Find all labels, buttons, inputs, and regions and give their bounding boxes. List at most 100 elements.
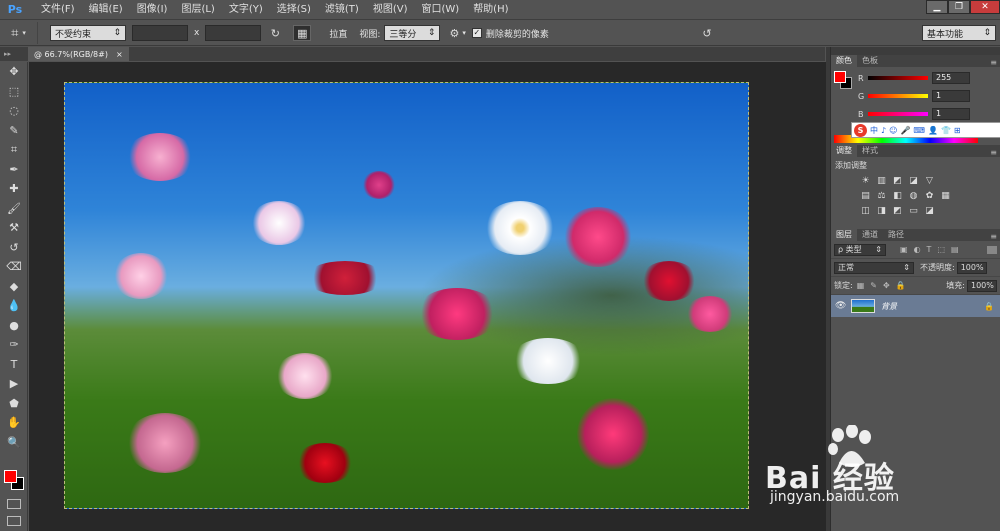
- tab-styles[interactable]: 样式: [857, 145, 883, 157]
- lock-all-icon[interactable]: 🔒: [896, 281, 906, 290]
- paint-bucket-icon[interactable]: ◆: [0, 277, 28, 297]
- black-white-icon[interactable]: ◧: [891, 190, 904, 201]
- marquee-icon[interactable]: ⬚: [0, 82, 28, 102]
- tab-layers[interactable]: 图层: [831, 229, 857, 241]
- color-lookup-icon[interactable]: ▦: [939, 190, 952, 201]
- crop-tool-preset[interactable]: ⌗ ▾: [0, 22, 38, 44]
- zoom-icon[interactable]: 🔍: [0, 433, 28, 453]
- crop-height-input[interactable]: [205, 25, 262, 41]
- delete-cropped-checkbox[interactable]: ✓: [471, 28, 482, 38]
- hue-saturation-icon[interactable]: ▤: [859, 190, 872, 201]
- close-icon[interactable]: ×: [116, 50, 123, 59]
- straighten-label[interactable]: 拉直: [329, 27, 347, 40]
- green-value[interactable]: 1: [932, 90, 970, 102]
- lock-transparency-icon[interactable]: ▦: [857, 281, 865, 290]
- menu-select[interactable]: 选择(S): [270, 0, 318, 20]
- red-slider[interactable]: R 255: [858, 71, 998, 85]
- gear-icon[interactable]: ⚙: [446, 25, 462, 41]
- ime-toolbar[interactable]: S 中 ♪ ☺ 🎤 ⌨ 👤 👕 ⊞: [851, 122, 1000, 138]
- panel-menu-icon[interactable]: ≡: [990, 232, 997, 241]
- quick-mask-icon[interactable]: [7, 499, 21, 509]
- ratio-select[interactable]: 不受约束 ⇕: [50, 25, 126, 41]
- layer-filter-select[interactable]: ρ 类型 ⇕: [834, 243, 886, 256]
- eraser-icon[interactable]: ⌫: [0, 257, 28, 277]
- clear-icon[interactable]: ▦: [293, 25, 312, 41]
- tab-channels[interactable]: 通道: [857, 229, 883, 241]
- ime-user-icon[interactable]: 👤: [928, 126, 938, 135]
- blue-slider[interactable]: B 1: [858, 107, 998, 121]
- blend-mode-select[interactable]: 正常 ⇕: [834, 261, 914, 274]
- curves-icon[interactable]: ◩: [891, 175, 904, 186]
- tab-color[interactable]: 颜色: [831, 55, 857, 67]
- collapse-arrows-icon[interactable]: ▸▸: [4, 50, 11, 58]
- quick-select-icon[interactable]: ✎: [0, 121, 28, 141]
- blue-gradient[interactable]: [868, 112, 928, 116]
- red-value[interactable]: 255: [932, 72, 970, 84]
- layer-name[interactable]: 背景: [881, 301, 897, 312]
- eyedropper-icon[interactable]: ✒: [0, 160, 28, 180]
- menu-view[interactable]: 视图(V): [366, 0, 415, 20]
- menu-layer[interactable]: 图层(L): [174, 0, 221, 20]
- ime-punctuation-icon[interactable]: ♪: [881, 126, 886, 135]
- invert-icon[interactable]: ◫: [859, 205, 872, 216]
- color-swatches[interactable]: [4, 470, 26, 492]
- ime-keyboard-icon[interactable]: ⌨: [913, 126, 925, 135]
- ime-skin-icon[interactable]: 👕: [941, 126, 951, 135]
- levels-icon[interactable]: ▥: [875, 175, 888, 186]
- eye-icon[interactable]: 👁: [835, 301, 847, 311]
- menu-help[interactable]: 帮助(H): [466, 0, 515, 20]
- overlay-view-select[interactable]: 三等分 ⇕: [384, 25, 441, 41]
- panel-dock-header[interactable]: [831, 47, 1000, 55]
- cosmos-flower-photo[interactable]: [64, 82, 749, 509]
- pen-icon[interactable]: ✑: [0, 335, 28, 355]
- menu-filter[interactable]: 滤镜(T): [318, 0, 366, 20]
- move-icon[interactable]: ✥: [0, 62, 28, 82]
- image-filter-icon[interactable]: ▣: [900, 245, 908, 254]
- ime-voice-icon[interactable]: 🎤: [900, 126, 910, 135]
- tab-adjustments[interactable]: 调整: [831, 145, 857, 157]
- swap-icon[interactable]: ↻: [267, 25, 283, 41]
- selective-color-icon[interactable]: ◪: [923, 205, 936, 216]
- brightness-icon[interactable]: ☀: [859, 175, 872, 186]
- layer-row-background[interactable]: 👁 背景 🔒: [831, 295, 1000, 317]
- opacity-input[interactable]: 100%: [956, 261, 987, 274]
- lock-position-icon[interactable]: ✥: [883, 281, 890, 290]
- healing-icon[interactable]: ✚: [0, 179, 28, 199]
- shape-filter-icon[interactable]: ⬚: [937, 245, 945, 254]
- adjustment-filter-icon[interactable]: ◐: [914, 245, 921, 254]
- fill-input[interactable]: 100%: [967, 279, 997, 292]
- blue-value[interactable]: 1: [932, 108, 970, 120]
- channel-mixer-icon[interactable]: ✿: [923, 190, 936, 201]
- menu-image[interactable]: 图像(I): [130, 0, 175, 20]
- history-brush-icon[interactable]: ↺: [0, 238, 28, 258]
- ime-emoji-icon[interactable]: ☺: [889, 126, 897, 135]
- crop-icon[interactable]: ⌗: [0, 140, 28, 160]
- threshold-icon[interactable]: ◩: [891, 205, 904, 216]
- menu-edit[interactable]: 编辑(E): [82, 0, 130, 20]
- tab-swatches[interactable]: 色板: [857, 55, 883, 67]
- reset-icon[interactable]: ↺: [699, 25, 715, 41]
- workspace-select[interactable]: 基本功能 ⇕: [922, 25, 996, 41]
- ime-toolbox-icon[interactable]: ⊞: [954, 126, 961, 135]
- filter-toggle[interactable]: [987, 245, 997, 254]
- panel-menu-icon[interactable]: ≡: [990, 58, 997, 67]
- panel-menu-icon[interactable]: ≡: [990, 148, 997, 157]
- ime-chinese-mode[interactable]: 中: [870, 125, 878, 136]
- screen-mode-icon[interactable]: [7, 516, 21, 526]
- lasso-icon[interactable]: ◌: [0, 101, 28, 121]
- green-slider[interactable]: G 1: [858, 89, 998, 103]
- posterize-icon[interactable]: ◨: [875, 205, 888, 216]
- lock-pixels-icon[interactable]: ✎: [870, 281, 877, 290]
- color-fg-swatch[interactable]: [834, 71, 846, 83]
- crop-width-input[interactable]: [132, 25, 188, 41]
- hand-icon[interactable]: ✋: [0, 413, 28, 433]
- close-button[interactable]: ✕: [970, 0, 1000, 14]
- gradient-map-icon[interactable]: ▭: [907, 205, 920, 216]
- path-select-icon[interactable]: ▶: [0, 374, 28, 394]
- blur-icon[interactable]: 💧: [0, 296, 28, 316]
- type-filter-icon[interactable]: T: [927, 245, 932, 254]
- minimize-button[interactable]: ▁: [926, 0, 948, 14]
- dodge-icon[interactable]: ●: [0, 316, 28, 336]
- menu-file[interactable]: 文件(F): [34, 0, 82, 20]
- type-icon[interactable]: T: [0, 355, 28, 375]
